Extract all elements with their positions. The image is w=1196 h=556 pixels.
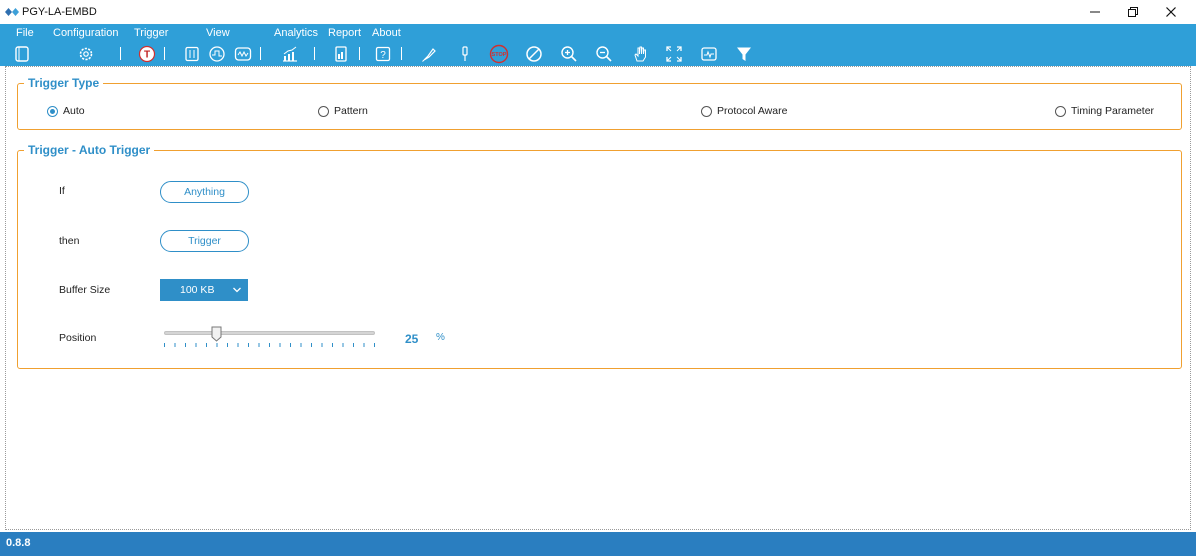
zoom-in-button[interactable] (559, 44, 579, 64)
radio-timing-parameter-label: Timing Parameter (1071, 105, 1155, 117)
menu-configuration[interactable]: Configuration (53, 27, 118, 39)
auto-trigger-group: Trigger - Auto Trigger (17, 143, 1182, 369)
radio-timing-parameter-indicator (1055, 105, 1066, 117)
connector-icon (462, 46, 468, 61)
help-button[interactable]: ? (373, 44, 393, 64)
auto-trigger-legend: Trigger - Auto Trigger (28, 143, 151, 157)
trigger-type-group: Trigger Type (17, 76, 1182, 130)
svg-text:STOP: STOP (492, 52, 507, 58)
channel-config-button[interactable] (182, 44, 202, 64)
minimize-button[interactable] (1076, 0, 1114, 24)
position-value: 25 (405, 332, 419, 346)
svg-text:?: ? (380, 50, 386, 61)
timing-icon (209, 46, 225, 62)
zoom-out-button[interactable] (594, 44, 614, 64)
settings-button[interactable] (76, 44, 96, 64)
pan-hand-icon (634, 46, 646, 62)
menu-toolbar-band: File Configuration Trigger View Analytic… (0, 24, 1196, 66)
position-slider-thumb[interactable] (211, 326, 222, 342)
menu-view[interactable]: View (206, 27, 230, 39)
toolbar-separator (120, 47, 121, 60)
menu-about[interactable]: About (372, 27, 401, 39)
waveform-icon (234, 47, 252, 61)
waveform-button[interactable] (233, 44, 253, 64)
position-slider-ticks (164, 343, 375, 347)
filter-button[interactable] (734, 44, 754, 64)
radio-auto[interactable]: Auto (47, 105, 85, 117)
stop-icon: STOP (489, 44, 509, 64)
menu-analytics[interactable]: Analytics (274, 27, 318, 39)
help-icon: ? (375, 46, 391, 62)
svg-text:T: T (144, 50, 150, 61)
menu-report[interactable]: Report (328, 27, 361, 39)
app-window: PGY-LA-EMBD File Configuration Trigger V… (0, 0, 1196, 556)
report-button[interactable] (331, 44, 351, 64)
minimize-icon (1090, 11, 1100, 13)
restore-icon (1128, 7, 1138, 17)
report-icon (335, 46, 347, 62)
then-action-button[interactable]: Trigger (160, 230, 249, 252)
pan-button[interactable] (630, 44, 650, 64)
menu-trigger[interactable]: Trigger (134, 27, 168, 39)
position-label: Position (59, 332, 97, 344)
trigger-t-icon: T (138, 45, 156, 63)
no-signal-icon (526, 46, 542, 62)
version-label: 0.8.8 (6, 537, 31, 549)
radio-pattern-label: Pattern (334, 105, 368, 117)
zoom-in-icon (561, 46, 577, 62)
app-logo-icon (5, 8, 19, 16)
status-bar: 0.8.8 (0, 532, 1196, 556)
buffer-size-value: 100 KB (180, 284, 215, 296)
trigger-button[interactable]: T (137, 44, 157, 64)
probe-icon (422, 48, 436, 62)
radio-timing-parameter[interactable]: Timing Parameter (1055, 105, 1154, 117)
toolbar-separator (314, 47, 315, 60)
position-slider-track[interactable] (164, 331, 375, 335)
toolbar-separator (260, 47, 261, 60)
new-file-icon (15, 46, 29, 62)
radio-protocol-aware[interactable]: Protocol Aware (701, 105, 787, 117)
toolbar-separator (401, 47, 402, 60)
zoom-out-icon (596, 46, 612, 62)
menu-file[interactable]: File (16, 27, 34, 39)
filter-icon (737, 47, 751, 61)
close-button[interactable] (1152, 0, 1190, 24)
close-icon (1166, 7, 1176, 17)
settings-gear-icon (79, 47, 93, 61)
buffer-size-label: Buffer Size (59, 284, 111, 296)
measure-icon (701, 47, 717, 61)
probe-button[interactable] (420, 44, 440, 64)
fit-screen-button[interactable] (664, 44, 684, 64)
analytics-button[interactable] (280, 44, 300, 64)
channel-config-icon (185, 46, 199, 62)
if-label: If (59, 185, 65, 197)
restore-button[interactable] (1114, 0, 1152, 24)
radio-auto-indicator (47, 105, 58, 117)
if-condition-button[interactable]: Anything (160, 181, 249, 203)
radio-pattern[interactable]: Pattern (318, 105, 368, 117)
analytics-chart-icon (283, 46, 297, 62)
window-title: PGY-LA-EMBD (22, 6, 97, 18)
measure-button[interactable] (699, 44, 719, 64)
title-bar: PGY-LA-EMBD (0, 0, 1196, 24)
position-unit: % (436, 332, 445, 343)
buffer-size-dropdown[interactable]: 100 KB (160, 279, 248, 301)
radio-protocol-aware-label: Protocol Aware (717, 105, 788, 117)
fit-screen-icon (666, 46, 682, 62)
stop-button[interactable]: STOP (489, 44, 509, 64)
timing-button[interactable] (207, 44, 227, 64)
new-file-button[interactable] (12, 44, 32, 64)
trigger-type-legend: Trigger Type (28, 76, 100, 90)
connector-button[interactable] (455, 44, 475, 64)
chevron-down-icon (233, 287, 241, 293)
radio-auto-label: Auto (63, 105, 85, 117)
radio-protocol-aware-indicator (701, 105, 712, 117)
then-label: then (59, 235, 80, 247)
no-signal-button[interactable] (524, 44, 544, 64)
radio-pattern-indicator (318, 105, 329, 117)
toolbar-separator (359, 47, 360, 60)
toolbar-separator (164, 47, 165, 60)
